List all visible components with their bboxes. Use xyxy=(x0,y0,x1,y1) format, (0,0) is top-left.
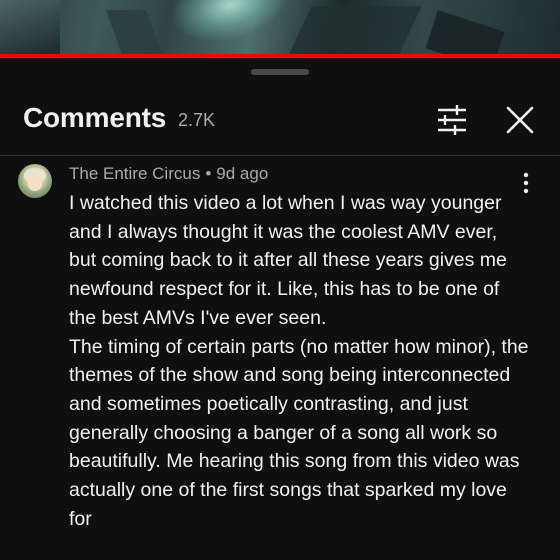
video-frame-shape xyxy=(0,0,60,58)
header-divider xyxy=(0,155,560,156)
video-frame-shape xyxy=(425,10,505,58)
comment-meta: The Entire Circus • 9d ago xyxy=(69,164,268,184)
comments-title: Comments xyxy=(23,102,167,133)
drag-handle[interactable] xyxy=(251,69,309,75)
video-frame-shape xyxy=(288,6,422,56)
comment-text: I watched this video a lot when I was wa… xyxy=(69,189,529,533)
avatar[interactable] xyxy=(18,164,52,198)
close-button[interactable] xyxy=(500,100,540,140)
video-frame-glow xyxy=(162,0,298,55)
avatar-face xyxy=(28,177,42,191)
sort-filter-icon xyxy=(438,105,466,135)
youtube-comments-screen: Comments 2.7K The Entire Circus • 9d ago… xyxy=(0,0,560,560)
comment-time: 9d ago xyxy=(216,164,269,183)
comments-count: 2.7K xyxy=(178,110,216,130)
comment-paragraph: I watched this video a lot when I was wa… xyxy=(69,192,507,329)
video-frame-shape xyxy=(105,10,165,58)
close-icon xyxy=(506,106,534,134)
sort-filter-button[interactable] xyxy=(432,102,472,138)
comments-header: Comments 2.7K xyxy=(0,88,560,152)
meta-separator: • xyxy=(205,164,212,183)
comment-paragraph: The timing of certain parts (no matter h… xyxy=(69,335,529,530)
comments-sheet: Comments 2.7K The Entire Circus • 9d ago… xyxy=(0,58,560,560)
comment-author[interactable]: The Entire Circus xyxy=(69,164,200,183)
video-player-thumbnail[interactable] xyxy=(0,0,560,58)
